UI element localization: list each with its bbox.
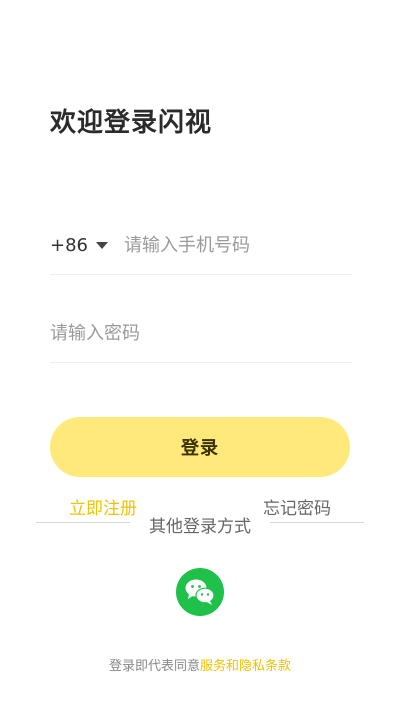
wechat-icon: [185, 579, 215, 605]
page-title: 欢迎登录闪视: [50, 108, 213, 138]
chevron-down-icon: [96, 241, 108, 249]
divider-right: [270, 522, 364, 523]
other-login-methods-label: 其他登录方式: [149, 517, 251, 537]
agreement-prefix: 登录即代表同意: [108, 659, 200, 674]
phone-input[interactable]: [124, 230, 352, 260]
password-input-row: [50, 304, 352, 363]
login-button[interactable]: 登录: [50, 417, 350, 477]
login-button-label: 登录: [181, 438, 219, 459]
forgot-password-link[interactable]: 忘记密码: [263, 494, 331, 519]
country-code-selector[interactable]: +86: [50, 235, 124, 256]
divider-left: [36, 522, 130, 523]
country-code-label: +86: [50, 234, 88, 256]
register-link[interactable]: 立即注册: [69, 494, 137, 519]
wechat-login-button[interactable]: [176, 568, 224, 616]
agreement-text: 登录即代表同意服务和隐私条款: [0, 655, 400, 674]
password-input[interactable]: [50, 318, 352, 348]
phone-input-row: +86: [50, 216, 352, 275]
privacy-terms-link[interactable]: 服务和隐私条款: [200, 659, 291, 674]
